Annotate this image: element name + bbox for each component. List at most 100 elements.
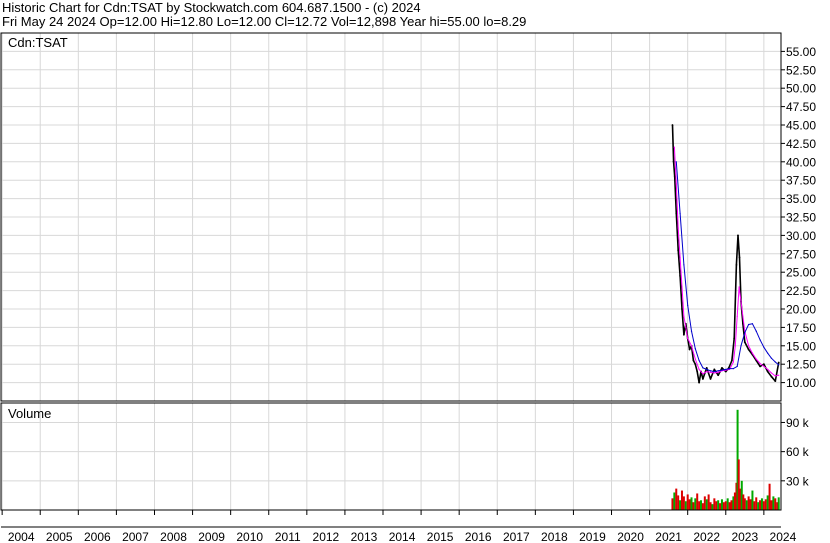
x-tick-label: 2004 xyxy=(8,530,35,543)
volume-bar xyxy=(768,483,771,510)
volume-bar xyxy=(696,493,699,510)
price-point xyxy=(777,361,780,364)
chart-page: Historic Chart for Cdn:TSAT by Stockwatc… xyxy=(0,0,830,543)
price-point xyxy=(673,175,676,178)
price-point xyxy=(747,348,750,351)
volume-bar xyxy=(757,502,760,510)
moving-average-point xyxy=(683,315,685,317)
price-panel-title: Cdn:TSAT xyxy=(8,35,68,50)
price-point xyxy=(713,368,716,371)
volume-bar xyxy=(770,500,773,510)
volume-bar xyxy=(720,499,723,510)
x-tick-label: 2007 xyxy=(122,530,149,543)
volume-panel-title: Volume xyxy=(8,406,51,421)
moving-average-point xyxy=(717,371,719,373)
price-point xyxy=(762,363,765,366)
price-y-tick-label: 37.50 xyxy=(786,174,816,188)
price-point xyxy=(737,234,739,237)
moving-average-point xyxy=(740,345,742,347)
price-y-tick-label: 27.50 xyxy=(786,247,816,261)
volume-bar xyxy=(709,502,712,510)
price-point xyxy=(675,212,678,215)
volume-bar xyxy=(730,500,733,510)
volume-bar xyxy=(692,502,695,510)
moving-average-point xyxy=(763,346,765,348)
volume-bar xyxy=(724,501,727,510)
moving-average-point xyxy=(725,368,727,370)
moving-average-point xyxy=(694,348,696,350)
moving-average-point xyxy=(767,352,769,354)
x-tick-label: 2020 xyxy=(617,530,644,543)
volume-bar xyxy=(677,495,680,510)
moving-average-point xyxy=(721,369,723,371)
price-point xyxy=(681,308,683,310)
x-tick-label: 2019 xyxy=(579,530,606,543)
x-tick-label: 2009 xyxy=(198,530,225,543)
volume-bar xyxy=(759,500,762,510)
price-point xyxy=(696,370,699,373)
volume-bar xyxy=(679,500,682,510)
x-tick-label: 2012 xyxy=(313,530,340,543)
volume-bar xyxy=(703,496,706,510)
x-tick-label: 2021 xyxy=(655,530,682,543)
moving-average-point xyxy=(690,345,693,347)
moving-average-point xyxy=(690,330,693,332)
price-y-tick-label: 22.50 xyxy=(786,284,816,298)
price-y-tick-label: 35.00 xyxy=(786,192,816,206)
moving-average-point xyxy=(709,370,712,372)
volume-bar xyxy=(753,501,756,510)
x-tick-label: 2013 xyxy=(351,530,378,543)
moving-average-point xyxy=(706,368,708,370)
price-y-tick-label: 30.00 xyxy=(786,229,816,243)
volume-bar xyxy=(713,498,716,510)
volume-bar xyxy=(766,495,769,510)
price-point xyxy=(730,359,733,362)
x-tick-label: 2015 xyxy=(427,530,454,543)
historic-chart: Cdn:TSAT Volume 55.00 52.50 50.00 47.50 45.0… xyxy=(0,32,816,543)
moving-average-point xyxy=(681,286,683,288)
volume-bar xyxy=(777,497,780,510)
x-tick-label: 2005 xyxy=(46,530,73,543)
moving-average-point xyxy=(751,323,754,325)
price-point xyxy=(743,341,746,344)
moving-average-point xyxy=(702,373,704,375)
moving-average-point xyxy=(770,372,773,374)
moving-average-point xyxy=(738,286,740,288)
volume-bar xyxy=(715,501,718,510)
volume-bar xyxy=(701,503,704,510)
moving-average-point xyxy=(675,161,677,163)
moving-average-point xyxy=(687,337,689,340)
volume-bar xyxy=(760,498,763,510)
moving-average-point xyxy=(755,358,757,360)
price-point xyxy=(694,363,697,366)
moving-average-point xyxy=(759,362,761,365)
volume-y-tick-labels: 90 k 60 k 30 k xyxy=(781,416,810,488)
moving-average-point xyxy=(744,331,746,334)
price-point xyxy=(677,249,680,252)
x-tick-label: 2016 xyxy=(465,530,492,543)
volume-bar xyxy=(711,504,714,510)
moving-average-point xyxy=(774,361,776,363)
volume-bar xyxy=(722,502,725,510)
moving-average-line xyxy=(673,147,779,377)
moving-average-point xyxy=(679,212,681,214)
price-point xyxy=(688,348,691,351)
moving-average-point xyxy=(778,374,780,376)
volume-bar xyxy=(673,492,676,510)
volume-panel-frame xyxy=(0,402,782,511)
volume-y-tick-label: 30 k xyxy=(786,474,810,488)
moving-average-point xyxy=(740,301,742,303)
x-tick-label: 2022 xyxy=(693,530,720,543)
volume-bar xyxy=(700,500,703,510)
price-y-tick-label: 15.00 xyxy=(786,339,816,353)
x-tick-label: 2024 xyxy=(770,530,797,543)
price-point xyxy=(721,366,723,369)
price-y-tick-label: 25.00 xyxy=(786,266,816,280)
volume-bar xyxy=(755,497,758,510)
volume-bar xyxy=(728,502,731,510)
volume-bar xyxy=(745,500,748,510)
moving-average-point xyxy=(713,372,715,374)
x-tick-label: 2014 xyxy=(389,530,416,543)
volume-bar xyxy=(719,503,722,510)
price-y-tick-label: 55.00 xyxy=(786,45,816,59)
